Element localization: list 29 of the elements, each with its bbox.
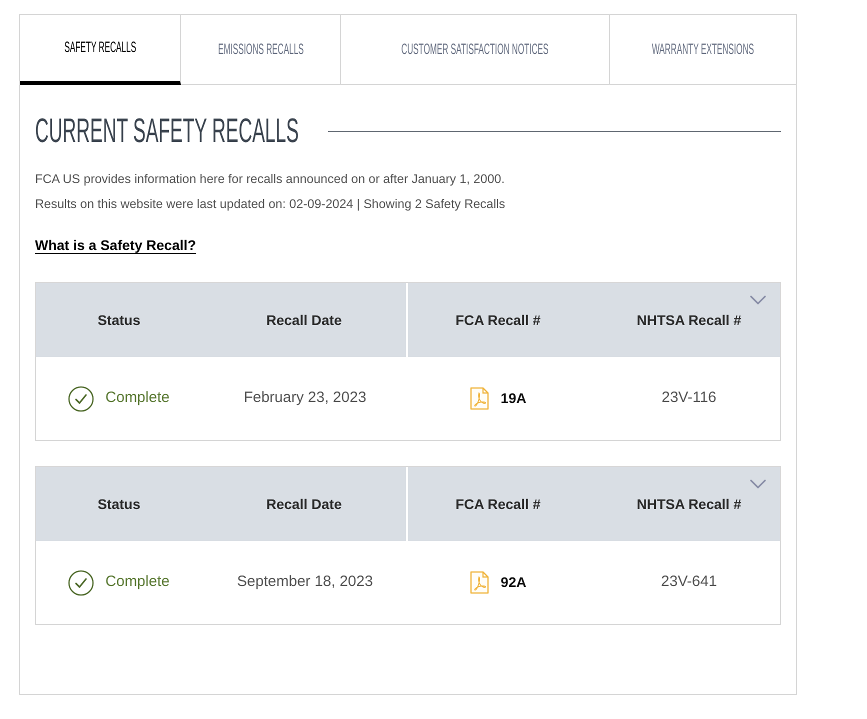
chevron-icon[interactable] xyxy=(750,479,766,489)
column-header: Recall Date xyxy=(266,494,342,514)
check-circle-icon xyxy=(68,570,94,596)
update-note: Results on this website were last updated on: 02-09-2024 | Showing 2 Safety Recalls xyxy=(35,196,506,213)
pdf-document-icon[interactable] xyxy=(470,571,489,594)
section-heading: CURRENT SAFETY RECALLS xyxy=(35,111,299,151)
column-header: Recall Date xyxy=(266,310,342,330)
chevron-icon[interactable] xyxy=(750,295,766,305)
tab[interactable]: SAFETY RECALLS xyxy=(20,15,181,85)
nhtsa-recall-number: 23V-641 xyxy=(661,572,717,592)
tab[interactable]: CUSTOMER SATISFACTION NOTICES xyxy=(341,15,610,85)
fca-recall-number[interactable]: 92A xyxy=(500,572,526,593)
tab[interactable]: EMISSIONS RECALLS xyxy=(180,15,342,85)
column-header: Status xyxy=(98,494,140,514)
safety-recall-info-link[interactable]: What is a Safety Recall? xyxy=(35,235,196,255)
column-header: FCA Recall # xyxy=(455,310,541,330)
nhtsa-recall-number: 23V-116 xyxy=(662,388,716,408)
recall-date: September 18, 2023 xyxy=(237,572,373,592)
status-text: Complete xyxy=(105,572,170,592)
column-header: FCA Recall # xyxy=(455,494,541,514)
check-circle-icon xyxy=(68,386,94,412)
status-text: Complete xyxy=(105,388,170,408)
column-header: NHTSA Recall # xyxy=(636,494,742,514)
column-header: NHTSA Recall # xyxy=(636,310,742,330)
recall-date: February 23, 2023 xyxy=(244,388,366,408)
intro-text: FCA US provides information here for recalls announced on or after January 1, 2000. xyxy=(35,171,506,188)
column-header: Status xyxy=(98,310,140,330)
pdf-document-icon[interactable] xyxy=(470,387,489,410)
fca-recall-number[interactable]: 19A xyxy=(500,388,526,409)
